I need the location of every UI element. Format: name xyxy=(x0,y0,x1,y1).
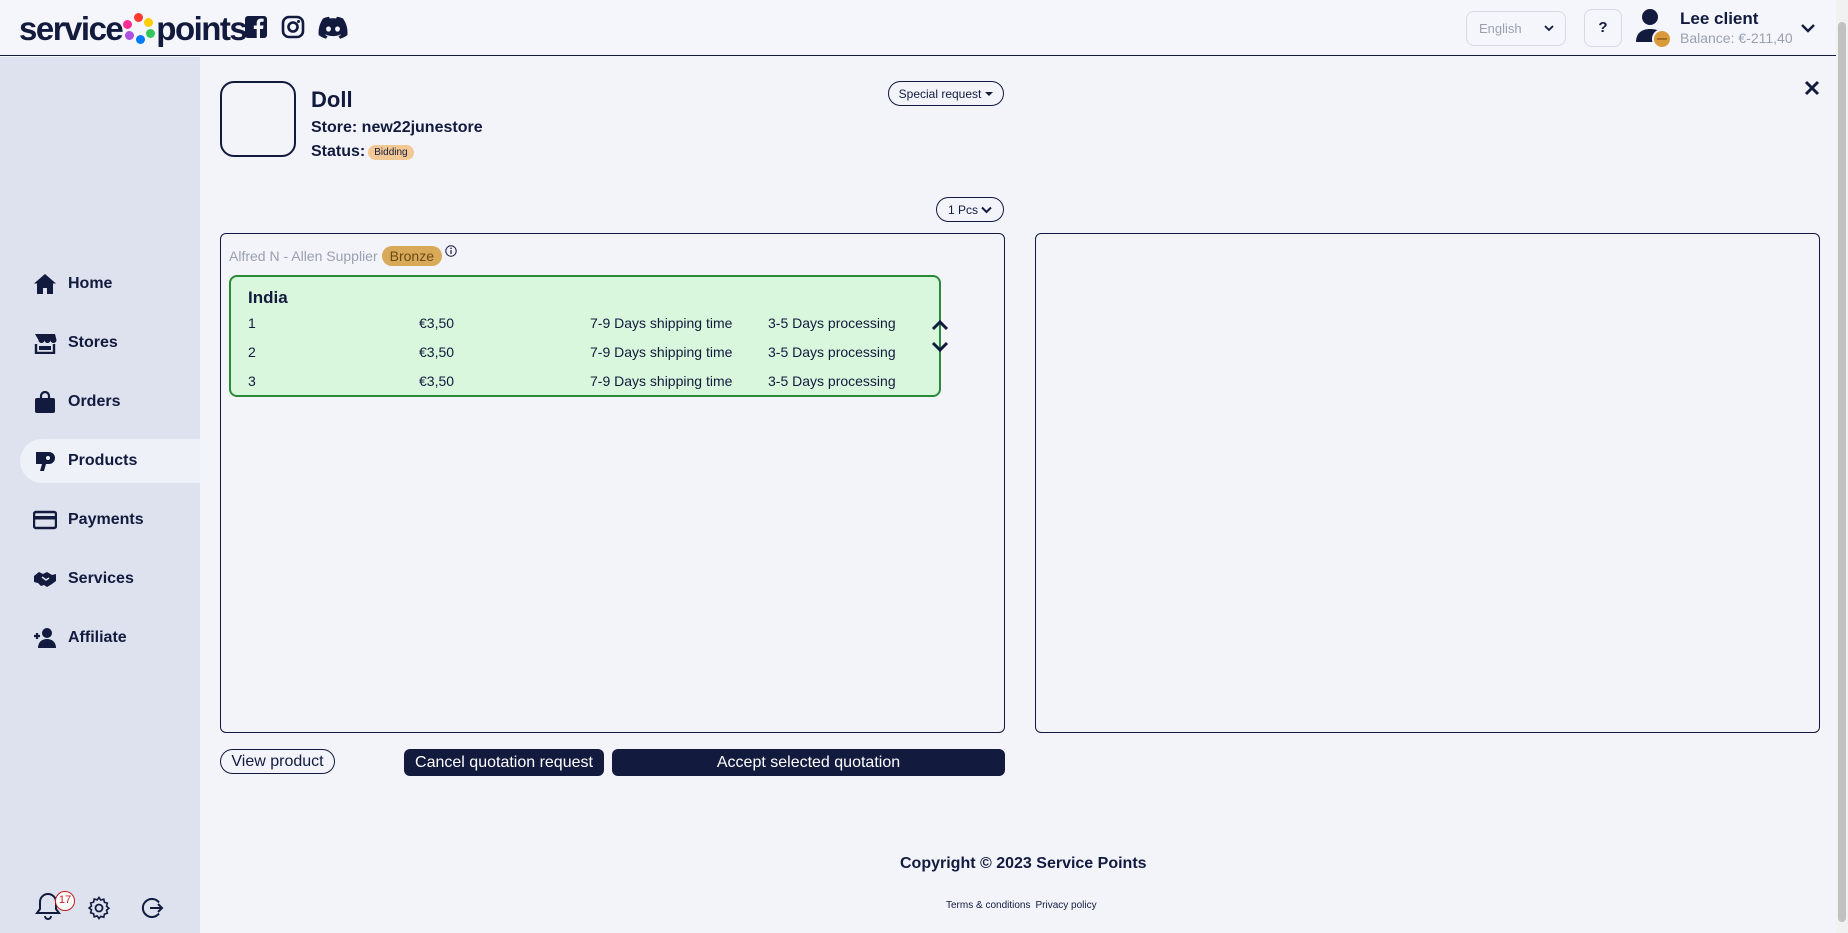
instagram-icon[interactable] xyxy=(281,15,305,39)
sidebar-item-label: Orders xyxy=(68,393,121,410)
expand-collapse-icon[interactable] xyxy=(930,317,950,362)
caret-down-icon xyxy=(985,91,994,97)
quote-price: €3,50 xyxy=(419,315,455,331)
supplier-header: Alfred N - Allen Supplier Bronze xyxy=(229,244,457,266)
copyright: Copyright © 2023 Service Points xyxy=(900,855,1147,872)
discord-icon[interactable] xyxy=(318,15,348,39)
status-label: Status: xyxy=(311,143,366,160)
quote-shipping: 7-9 Days shipping time xyxy=(590,373,733,389)
top-bar: service points English ? Lee client Bala… xyxy=(0,0,1836,56)
quantity-dropdown[interactable]: 1 Pcs xyxy=(936,197,1004,222)
product-thumbnail xyxy=(220,81,296,157)
close-icon[interactable] xyxy=(1800,76,1824,100)
user-name[interactable]: Lee client xyxy=(1680,9,1758,29)
supplier-tier-badge: Bronze xyxy=(381,246,442,266)
sidebar-item-home[interactable]: Home xyxy=(20,262,200,306)
sidebar-item-label: Home xyxy=(68,275,113,292)
special-request-dropdown[interactable]: Special request xyxy=(888,81,1004,106)
quote-shipping: 7-9 Days shipping time xyxy=(590,315,733,331)
credit-card-icon xyxy=(32,507,58,533)
sidebar-item-services[interactable]: Services xyxy=(20,557,200,601)
sidebar-item-affiliate[interactable]: Affiliate xyxy=(20,616,200,660)
status-badge: Bidding xyxy=(368,144,414,160)
quote-processing: 3-5 Days processing xyxy=(768,373,896,389)
sidebar-item-payments[interactable]: Payments xyxy=(20,498,200,542)
privacy-link[interactable]: Privacy policy xyxy=(1035,900,1096,911)
quote-country: India xyxy=(248,288,288,307)
quote-processing: 3-5 Days processing xyxy=(768,344,896,360)
quote-qty: 2 xyxy=(248,344,256,360)
notification-count-badge: 17 xyxy=(55,891,75,911)
quote-shipping: 7-9 Days shipping time xyxy=(590,344,733,360)
logo-text-right: points xyxy=(156,10,247,47)
chevron-down-icon xyxy=(981,206,992,214)
quote-price: €3,50 xyxy=(419,373,455,389)
sidebar xyxy=(0,57,200,933)
sidebar-item-label: Products xyxy=(68,452,138,469)
logo-text-left: service xyxy=(19,10,124,47)
product-status: Status: Bidding xyxy=(311,143,414,161)
language-value: English xyxy=(1479,21,1522,36)
quotation-detail-panel xyxy=(1035,233,1820,733)
quote-row: 1 €3,50 7-9 Days shipping time 3-5 Days … xyxy=(248,315,928,335)
scrollbar-thumb[interactable] xyxy=(1838,22,1846,922)
sidebar-item-label: Services xyxy=(68,570,134,587)
supplier-name: Alfred N - Allen Supplier xyxy=(229,248,378,264)
gear-icon[interactable] xyxy=(87,896,111,925)
quotation-card[interactable]: India 1 €3,50 7-9 Days shipping time 3-5… xyxy=(229,275,941,397)
special-request-label: Special request xyxy=(898,86,982,101)
user-avatar-icon[interactable] xyxy=(1634,6,1674,50)
home-icon xyxy=(32,271,58,297)
handshake-icon xyxy=(32,566,58,592)
help-button[interactable]: ? xyxy=(1584,9,1622,47)
logout-icon[interactable] xyxy=(140,896,164,925)
quantity-value: 1 Pcs xyxy=(947,202,978,217)
sidebar-item-label: Payments xyxy=(68,511,144,528)
quote-row: 3 €3,50 7-9 Days shipping time 3-5 Days … xyxy=(248,373,928,393)
service-points-logo[interactable]: service points xyxy=(19,10,248,48)
quote-row: 2 €3,50 7-9 Days shipping time 3-5 Days … xyxy=(248,344,928,364)
chevron-down-icon xyxy=(1543,22,1555,37)
product-title: Doll xyxy=(311,87,353,112)
quote-qty: 1 xyxy=(248,315,256,331)
user-balance: Balance: €-211,40 xyxy=(1680,30,1793,46)
store-icon xyxy=(32,330,58,356)
quote-processing: 3-5 Days processing xyxy=(768,315,896,331)
sidebar-item-products[interactable]: Products xyxy=(20,439,200,483)
logo-dots-icon xyxy=(123,13,156,45)
sidebar-item-label: Affiliate xyxy=(68,629,127,646)
language-select[interactable]: English xyxy=(1466,11,1566,46)
info-icon[interactable] xyxy=(445,244,457,260)
product-store: Store: new22junestore xyxy=(311,119,483,136)
sidebar-item-orders[interactable]: Orders xyxy=(20,380,200,424)
hair-dryer-icon xyxy=(32,448,58,474)
terms-link[interactable]: Terms & conditions xyxy=(946,900,1030,911)
sidebar-item-stores[interactable]: Stores xyxy=(20,321,200,365)
user-menu-chevron-icon[interactable] xyxy=(1800,20,1816,41)
view-product-button[interactable]: View product xyxy=(220,749,335,774)
footer-links: Terms & conditions Privacy policy xyxy=(946,900,1097,911)
facebook-icon[interactable] xyxy=(244,15,268,39)
quote-qty: 3 xyxy=(248,373,256,389)
page-scrollbar[interactable] xyxy=(1836,0,1848,933)
user-plus-icon xyxy=(32,625,58,651)
shopping-bag-icon xyxy=(32,389,58,415)
sidebar-item-label: Stores xyxy=(68,334,118,351)
quote-price: €3,50 xyxy=(419,344,455,360)
accept-quotation-button[interactable]: Accept selected quotation xyxy=(612,749,1005,776)
cancel-quotation-button[interactable]: Cancel quotation request xyxy=(404,749,604,776)
